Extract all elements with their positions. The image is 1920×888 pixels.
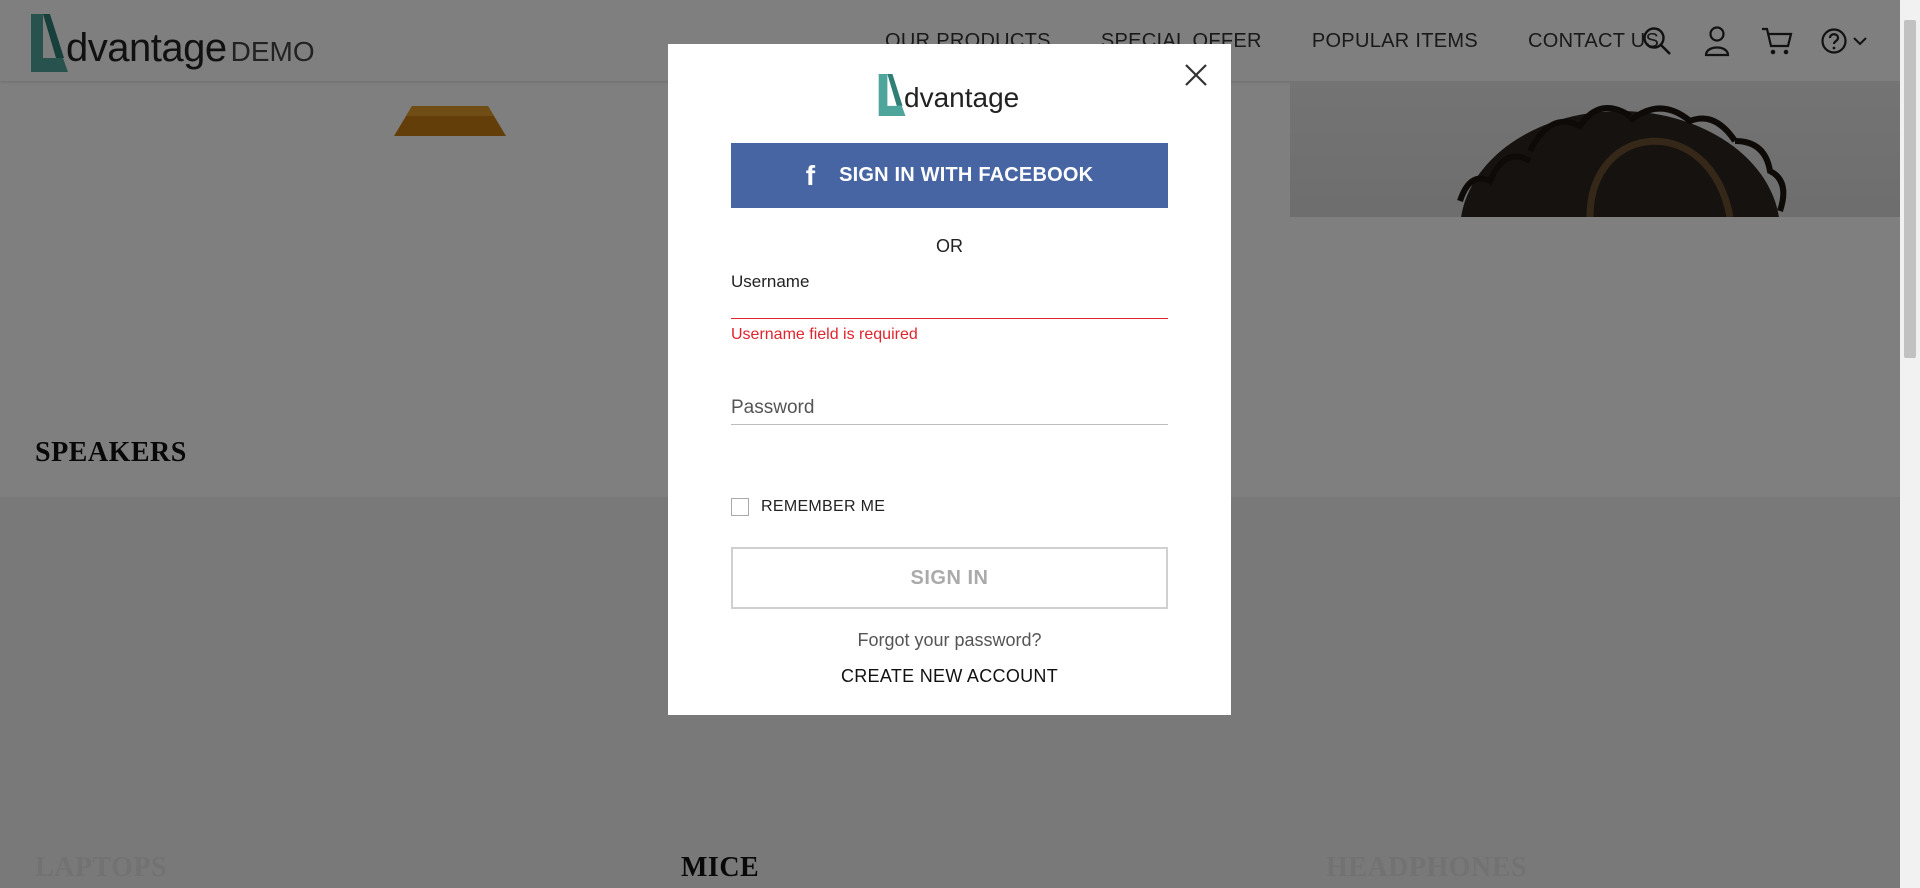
close-icon[interactable] (1181, 60, 1211, 90)
forgot-password-link[interactable]: Forgot your password? (668, 630, 1231, 651)
facebook-signin-label: SIGN IN WITH FACEBOOK (839, 164, 1094, 186)
create-account-link[interactable]: CREATE NEW ACCOUNT (668, 666, 1231, 687)
modal-logo-word: dvantage (904, 82, 1020, 113)
or-divider: OR (936, 236, 963, 256)
facebook-icon: f (805, 159, 816, 191)
sign-in-button[interactable]: SIGN IN (731, 547, 1168, 609)
remember-me[interactable]: REMEMBER ME (731, 498, 885, 516)
logo-mark-icon (878, 74, 906, 116)
login-modal: dvantage f SIGN IN WITH FACEBOOK OR User… (668, 44, 1231, 715)
remember-me-checkbox[interactable] (731, 498, 749, 516)
username-input[interactable] (731, 294, 1168, 319)
facebook-signin-button[interactable]: f SIGN IN WITH FACEBOOK (731, 143, 1168, 208)
modal-logo: dvantage (876, 74, 1019, 116)
remember-me-label: REMEMBER ME (761, 498, 886, 515)
scrollbar-thumb[interactable] (1904, 20, 1916, 358)
username-label: Username (731, 272, 810, 291)
password-input[interactable] (731, 392, 1168, 425)
username-error: Username field is required (731, 326, 918, 343)
